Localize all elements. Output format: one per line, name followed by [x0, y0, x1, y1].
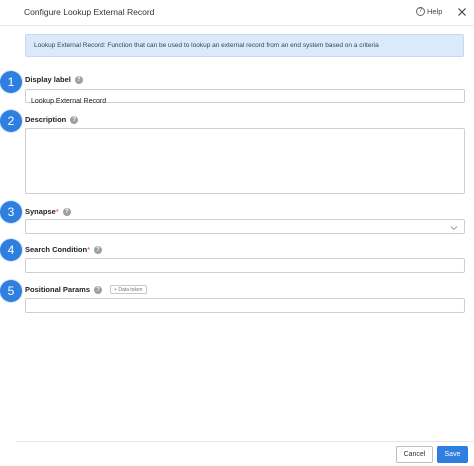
step-marker-1: 1	[0, 71, 22, 93]
step-marker-5: 5	[0, 280, 22, 302]
search-condition-input[interactable]	[26, 264, 464, 277]
step-marker-2: 2	[0, 110, 22, 132]
close-icon[interactable]	[456, 6, 468, 18]
search-condition-label-text: Search Condition*	[25, 245, 91, 254]
description-label: Description ?	[25, 115, 79, 124]
help-link[interactable]: ? Help	[416, 7, 442, 16]
display-label-label: Display label ?	[25, 75, 83, 84]
synapse-select[interactable]	[25, 219, 465, 234]
dialog-title: Configure Lookup External Record	[24, 7, 155, 17]
description-label-text: Description	[25, 115, 67, 124]
step-marker-4: 4	[0, 239, 22, 261]
display-label-field[interactable]	[25, 89, 465, 108]
info-banner-text: Lookup External Record: Function that ca…	[34, 42, 379, 49]
question-mark-icon[interactable]: ?	[94, 285, 103, 294]
data-token-button[interactable]: + Data token	[110, 285, 147, 294]
description-field[interactable]	[25, 128, 465, 194]
cancel-button[interactable]: Cancel	[396, 446, 433, 463]
positional-params-label-text: Positional Params	[25, 285, 91, 294]
search-condition-label: Search Condition* ?	[25, 245, 103, 254]
chevron-down-icon	[450, 226, 458, 231]
display-label-text: Display label	[25, 75, 71, 84]
help-label: Help	[427, 7, 443, 16]
question-mark-icon[interactable]: ?	[62, 207, 71, 216]
synapse-label-text: Synapse*	[25, 207, 59, 216]
question-mark-icon[interactable]: ?	[74, 75, 83, 84]
positional-params-field[interactable]	[25, 298, 465, 317]
search-condition-field[interactable]	[25, 258, 465, 277]
dialog-header: Configure Lookup External Record ? Help	[0, 0, 474, 26]
step-marker-3: 3	[0, 201, 22, 223]
positional-params-input[interactable]	[26, 304, 464, 317]
question-mark-icon[interactable]: ?	[94, 245, 103, 254]
positional-params-label: Positional Params ? + Data token	[25, 285, 147, 294]
info-banner: Lookup External Record: Function that ca…	[25, 34, 464, 57]
synapse-label: Synapse* ?	[25, 207, 71, 216]
display-label-input[interactable]	[26, 95, 464, 108]
question-mark-icon[interactable]: ?	[70, 115, 79, 124]
question-circle-icon: ?	[416, 7, 425, 16]
description-textarea[interactable]	[26, 129, 464, 193]
save-button[interactable]: Save	[437, 446, 468, 463]
